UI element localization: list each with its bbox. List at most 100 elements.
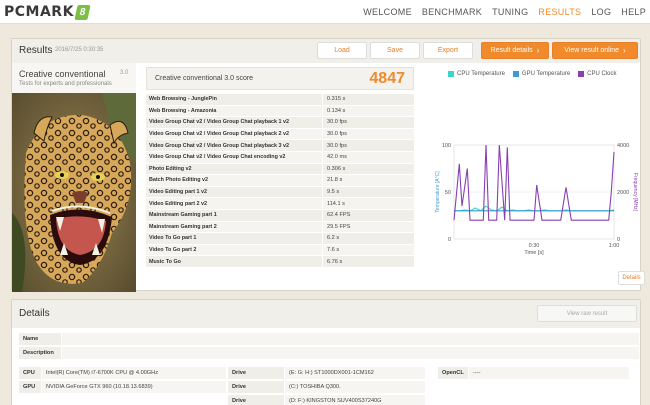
drive-row-3: Drive (D: F:) KINGSTON SUV400S37240G (228, 395, 425, 405)
test-description: Tests for experts and professionals (19, 81, 112, 87)
logo-badge: 8 (74, 4, 91, 20)
subscore-row: Mainstream Gaming part 2 29.5 FPS (146, 221, 414, 234)
cpu-value: Intel(R) Core(TM) i7-6700K CPU @ 4.00GHz (42, 367, 226, 379)
name-value[interactable] (62, 333, 639, 345)
logo-text: PCMARK (4, 4, 74, 20)
subscore-value: 30.0 fps (323, 128, 414, 140)
description-value[interactable] (62, 347, 639, 359)
subscore-row: Video Group Chat v2 / Video Group Chat e… (146, 151, 414, 164)
view-online-label: View result online (564, 47, 620, 54)
results-date: 2016/7/25 0:30:35 (55, 47, 104, 53)
subscore-name: Video Editing part 1 v2 (146, 186, 322, 198)
nav-results[interactable]: RESULTS (538, 7, 581, 17)
subscore-row: Web Browsing - JunglePin 0.315 s (146, 94, 414, 106)
opencl-row: OpenCL ---- (438, 367, 629, 379)
subscore-row: Music To Go 6.76 s (146, 256, 414, 268)
subscore-name: Video Editing part 2 v2 (146, 198, 322, 209)
description-row: Description (19, 347, 639, 359)
subscore-name: Video Group Chat v2 / Video Group Chat p… (146, 128, 322, 140)
results-title: Results (19, 45, 53, 56)
subscore-row: Video Group Chat v2 / Video Group Chat p… (146, 128, 414, 141)
result-details-button[interactable]: Result details › (481, 42, 549, 59)
subscore-row: Video Group Chat v2 / Video Group Chat p… (146, 140, 414, 152)
y-left-tick-label: 0 (448, 237, 451, 243)
chart-svg: 1005004000200000:30 1:00Time [s]Temperatu… (435, 143, 638, 256)
main-nav: WELCOME BENCHMARK TUNING RESULTS LOG HEL… (353, 0, 646, 24)
opencl-label: OpenCL (438, 367, 468, 379)
subscore-name: Video Group Chat v2 / Video Group Chat p… (146, 140, 322, 151)
subscore-list: Web Browsing - JunglePin 0.315 s Web Brows… (146, 94, 414, 268)
save-button[interactable]: Save (370, 42, 420, 59)
y-right-tick-label: 2000 (617, 190, 629, 196)
y-left-tick-label: 100 (442, 143, 451, 149)
nav-tuning[interactable]: TUNING (492, 7, 528, 17)
drive-value-2: (C:) TOSHIBA Q300. (285, 381, 425, 393)
subscore-value: 7.6 s (323, 244, 414, 256)
subscore-row: Video Editing part 1 v2 9.5 s (146, 186, 414, 199)
app-logo: PCMARK 8 (4, 3, 91, 21)
y-right-axis-label: Frequency [MHz] (632, 173, 638, 212)
drive-value-1: (E: G: H:) ST1000DX001-1CM162 (285, 367, 425, 379)
subscore-value: 29.5 FPS (323, 221, 414, 233)
load-button[interactable]: Load (317, 42, 367, 59)
nav-welcome[interactable]: WELCOME (363, 7, 412, 17)
description-label: Description (19, 347, 61, 359)
nav-log[interactable]: LOG (591, 7, 611, 17)
drive-row-2: Drive (C:) TOSHIBA Q300. (228, 381, 425, 393)
subscore-name: Mainstream Gaming part 1 (146, 209, 322, 221)
subscore-value: 0.315 s (323, 94, 414, 105)
nav-benchmark[interactable]: BENCHMARK (422, 7, 482, 17)
cpu-label: CPU (19, 367, 41, 379)
score-label: Creative conventional 3.0 score (155, 75, 254, 82)
subscore-value: 6.2 s (323, 233, 414, 244)
name-label: Name (19, 333, 61, 345)
subscore-value: 0.134 s (323, 105, 414, 117)
opencl-value: ---- (469, 367, 629, 379)
y-left-axis-label: Temperature [A°C] (435, 171, 441, 213)
subscore-value: 9.5 s (323, 186, 414, 198)
chevron-right-icon: › (536, 46, 540, 55)
details-header: Details View raw result (12, 300, 640, 328)
subscore-row: Video To Go part 1 6.2 s (146, 233, 414, 245)
subscore-name: Mainstream Gaming part 2 (146, 221, 322, 233)
gpu-value: NVIDIA GeForce GTX 960 (10.18.13.6839) (42, 381, 226, 393)
x-tick-label: 1:00 (609, 243, 620, 249)
leopard-illustration (12, 93, 136, 292)
view-online-button[interactable]: View result online › (552, 42, 638, 59)
details-button[interactable]: Details (618, 271, 645, 285)
subscore-name: Video Group Chat v2 / Video Group Chat p… (146, 117, 322, 128)
view-raw-result-button[interactable]: View raw result (537, 305, 637, 322)
monitoring-chart: CPU Temperature GPU Temperature CPU Clock … (418, 65, 645, 291)
leopard-image (12, 93, 136, 292)
subscore-row: Video Editing part 2 v2 114.1 s (146, 198, 414, 210)
cpu-row: CPU Intel(R) Core(TM) i7-6700K CPU @ 4.0… (19, 367, 226, 379)
nav-help[interactable]: HELP (621, 7, 646, 17)
subscore-value: 30.0 fps (323, 117, 414, 128)
overall-score-block: Creative conventional 3.0 score 4847 (146, 67, 414, 90)
gpu-row: GPU NVIDIA GeForce GTX 960 (10.18.13.683… (19, 381, 226, 393)
drive-value-3: (D: F:) KINGSTON SUV400S37240G (285, 395, 425, 405)
subscore-name: Web Browsing - Amazonia (146, 105, 322, 117)
result-details-label: Result details (490, 47, 533, 54)
subscore-name: Video To Go part 2 (146, 244, 322, 256)
y-left-tick-label: 50 (445, 190, 451, 196)
score-value: 4847 (369, 70, 405, 87)
chevron-right-icon: › (623, 46, 626, 55)
export-button[interactable]: Export (423, 42, 473, 59)
test-name: Creative conventional (19, 69, 106, 79)
subscore-value: 30.0 fps (323, 140, 414, 151)
gpu-label: GPU (19, 381, 41, 393)
subscore-name: Photo Editing v2 (146, 163, 322, 175)
details-title: Details (19, 308, 50, 319)
results-header: Results 2016/7/25 0:30:35 Load Save Expo… (12, 39, 640, 63)
subscore-row: Photo Editing v2 0.306 s (146, 163, 414, 176)
test-version: 3.0 (120, 70, 129, 76)
drive-row-1: Drive (E: G: H:) ST1000DX001-1CM162 (228, 367, 425, 379)
subscore-value: 0.306 s (323, 163, 414, 175)
name-row: Name (19, 333, 639, 345)
subscore-value: 114.1 s (323, 198, 414, 209)
test-panel: Creative conventional 3.0 Tests for expe… (12, 63, 136, 292)
subscore-row: Video To Go part 2 7.6 s (146, 244, 414, 257)
x-axis-label: Time [s] (524, 250, 544, 256)
drive-label: Drive (228, 395, 284, 405)
